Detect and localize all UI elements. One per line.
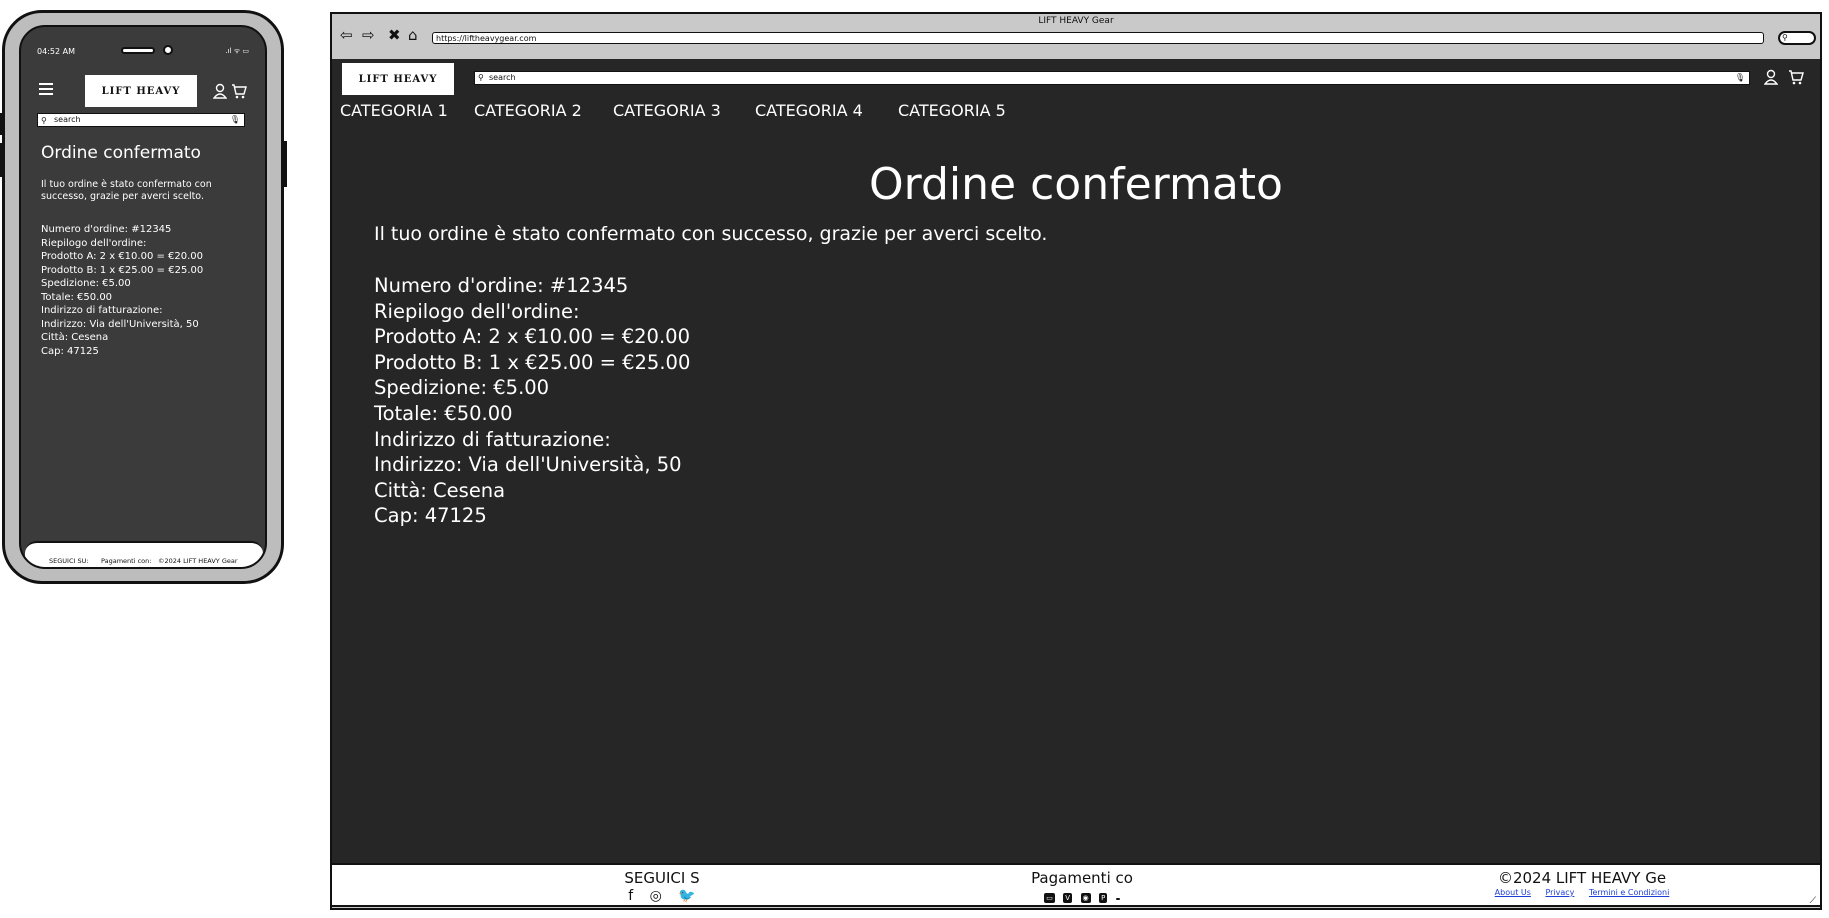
logo-text: LIFT HEAVY	[358, 73, 438, 85]
window-title: LIFT HEAVY Gear	[1038, 16, 1114, 26]
order-line: Indirizzo: Via dell'Università, 50	[374, 453, 682, 477]
page-title: Ordine confermato	[41, 143, 201, 163]
order-line: Riepilogo dell'ordine:	[41, 237, 147, 249]
privacy-link[interactable]: Privacy	[1545, 888, 1574, 897]
order-line: Spedizione: €5.00	[41, 278, 131, 289]
search-icon: ⚲	[1782, 33, 1788, 42]
resize-handle-icon[interactable]: ⟋	[1810, 896, 1816, 906]
order-line: Indirizzo di fatturazione:	[41, 305, 163, 316]
card-icon: ▭	[1044, 893, 1055, 903]
footer-copyright: ©2024 LIFT HEAVY Gear	[158, 557, 238, 565]
order-line: Riepilogo dell'ordine:	[374, 299, 580, 323]
order-line: Indirizzo: Via dell'Università, 50	[41, 318, 199, 330]
order-line: Prodotto B: 1 x €25.00 = €25.00	[41, 264, 204, 276]
search-icon: ⚲	[41, 116, 47, 125]
mobile-mockup: 04:52 AM .ıl ᯤ ▭ LIFT HEAVY ⚲ search 🎙 O…	[0, 10, 287, 584]
footer-payments: Pagamenti co ▭ V ◉ P	[1022, 869, 1142, 904]
footer-legal: ©2024 LIFT HEAVY Ge About Us Privacy Ter…	[1472, 869, 1692, 897]
category-link[interactable]: CATEGORIA 5	[898, 101, 1006, 120]
paypal-icon: P	[1099, 893, 1108, 903]
camera-dot	[163, 45, 173, 55]
search-placeholder: search	[489, 73, 516, 82]
order-line: Prodotto A: 2 x €10.00 = €20.00	[374, 325, 690, 349]
close-icon[interactable]: ✖	[388, 26, 401, 44]
search-input[interactable]: ⚲ search 🎙	[474, 71, 1750, 85]
mobile-search-input[interactable]: ⚲ search 🎙	[37, 113, 245, 127]
order-line: Città: Cesena	[374, 478, 506, 502]
mobile-footer: SEGUICI SU: Pagamenti con: ©2024 LIFT HE…	[25, 541, 263, 567]
search-placeholder: search	[54, 115, 81, 124]
order-line: Prodotto B: 1 x €25.00 = €25.00	[374, 350, 691, 374]
phone-side-button	[0, 113, 3, 135]
cart-icon[interactable]	[231, 83, 247, 99]
order-line: Totale: €50.00	[41, 291, 113, 303]
order-line: Cap: 47125	[41, 345, 99, 357]
mobile-screen: 04:52 AM .ıl ᯤ ▭ LIFT HEAVY ⚲ search 🎙 O…	[19, 25, 267, 569]
order-line: Indirizzo di fatturazione:	[374, 427, 611, 451]
phone-notch	[111, 43, 181, 59]
instagram-icon[interactable]: ◎	[650, 888, 662, 904]
mobile-header: LIFT HEAVY	[21, 75, 265, 109]
footer-follow-label: SEGUICI S	[624, 869, 700, 887]
order-summary: Numero d'ordine: #12345 Riepilogo dell'o…	[41, 223, 203, 358]
site-footer: SEGUICI S f ◎ 🐦 Pagamenti co ▭ V ◉ P ©20…	[332, 863, 1820, 907]
order-line: Spedizione: €5.00	[374, 376, 550, 400]
logo-text: LIFT HEAVY	[101, 85, 181, 97]
home-icon[interactable]: ⌂	[408, 26, 418, 44]
footer-payments-label: Pagamenti co	[1031, 869, 1133, 887]
category-link[interactable]: CATEGORIA 3	[613, 101, 721, 120]
user-icon[interactable]	[213, 83, 227, 99]
footer-links: About Us Privacy Termini e Condizioni	[1472, 888, 1692, 897]
speaker-grille	[121, 47, 155, 54]
status-time: 04:52 AM	[37, 47, 75, 56]
address-bar[interactable]: https://liftheavygear.com	[432, 32, 1764, 44]
payment-icons: ▭ V ◉ P	[1022, 888, 1142, 904]
apple-pay-icon	[1115, 898, 1120, 900]
hamburger-menu-icon[interactable]	[39, 83, 53, 98]
browser-search-pill[interactable]: ⚲	[1778, 31, 1816, 45]
cart-icon[interactable]	[1788, 69, 1804, 85]
phone-side-button	[0, 143, 3, 177]
user-icon[interactable]	[1764, 69, 1778, 85]
status-icons: .ıl ᯤ ▭	[225, 47, 249, 55]
category-link[interactable]: CATEGORIA 2	[474, 101, 582, 120]
page-viewport: LIFT HEAVY ⚲ search 🎙 CATEGORIA 1 CATEGO…	[332, 59, 1820, 907]
social-icons: f ◎ 🐦	[602, 888, 722, 904]
microphone-icon[interactable]: 🎙	[1735, 72, 1745, 84]
footer-social: SEGUICI S f ◎ 🐦	[602, 869, 722, 904]
search-icon: ⚲	[478, 73, 484, 82]
category-link[interactable]: CATEGORIA 4	[755, 101, 863, 120]
footer-copyright: ©2024 LIFT HEAVY Ge	[1497, 869, 1667, 887]
phone-side-button	[283, 141, 287, 187]
confirmation-message: Il tuo ordine è stato confermato con suc…	[374, 223, 1048, 245]
brand-logo[interactable]: LIFT HEAVY	[342, 63, 454, 95]
mastercard-icon: ◉	[1080, 893, 1091, 903]
footer-follow-label: SEGUICI SU:	[49, 557, 89, 565]
order-line: Cap: 47125	[374, 504, 487, 528]
footer-payments-label: Pagamenti con:	[101, 557, 152, 565]
category-link[interactable]: CATEGORIA 1	[340, 101, 448, 120]
mobile-status-bar: 04:52 AM .ıl ᯤ ▭	[21, 45, 265, 61]
facebook-icon[interactable]: f	[628, 888, 633, 904]
order-line: Numero d'ordine: #12345	[374, 274, 629, 297]
order-line: Città: Cesena	[41, 332, 109, 343]
browser-window: LIFT HEAVY Gear ⇦ ⇨ ✖ ⌂ https://liftheav…	[330, 12, 1822, 910]
order-line: Numero d'ordine: #12345	[41, 224, 172, 235]
order-summary: Numero d'ordine: #12345 Riepilogo dell'o…	[374, 273, 690, 529]
forward-arrow-icon[interactable]: ⇨	[362, 26, 375, 44]
order-line: Prodotto A: 2 x €10.00 = €20.00	[41, 251, 204, 262]
back-arrow-icon[interactable]: ⇦	[340, 26, 353, 44]
order-line: Totale: €50.00	[374, 401, 513, 425]
microphone-icon[interactable]: 🎙	[230, 114, 240, 126]
visa-icon: V	[1063, 893, 1073, 903]
terms-link[interactable]: Termini e Condizioni	[1589, 888, 1669, 897]
twitter-icon[interactable]: 🐦	[678, 888, 695, 904]
brand-logo[interactable]: LIFT HEAVY	[85, 75, 197, 107]
confirmation-message: Il tuo ordine è stato confermato con suc…	[41, 179, 212, 202]
about-us-link[interactable]: About Us	[1495, 888, 1531, 897]
page-title: Ordine confermato	[869, 159, 1283, 210]
